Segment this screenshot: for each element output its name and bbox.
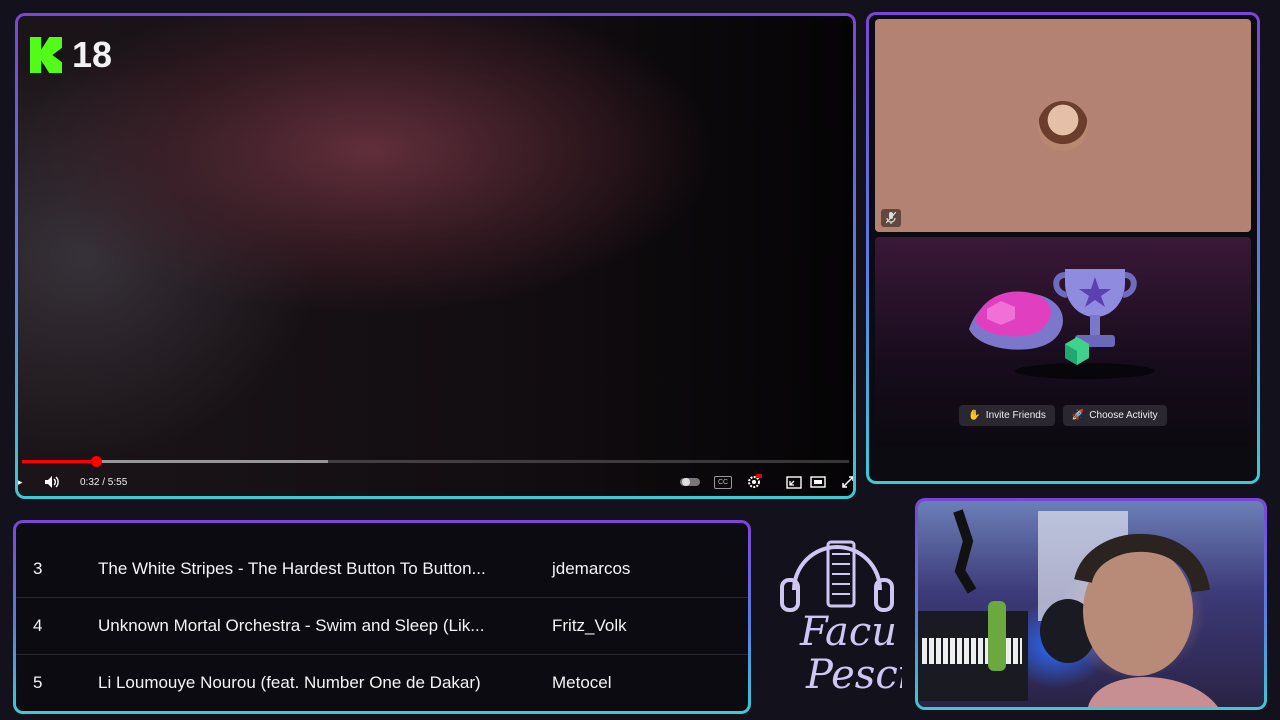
requester-name: jdemarcos [552, 559, 631, 578]
requester-name: Metocel [552, 673, 612, 692]
activity-trophy-illustration [969, 269, 1155, 379]
headphones-logo: Facu Pesci [780, 540, 902, 698]
queue-position: 5 [33, 673, 43, 692]
song-title: The White Stripes - The Hardest Button T… [98, 559, 486, 578]
table-row[interactable]: 5 Li Loumouye Nourou (feat. Number One d… [16, 655, 748, 711]
requester-name: Fritz_Volk [552, 616, 627, 635]
fullscreen-icon[interactable] [841, 475, 853, 489]
song-title: Li Loumouye Nourou (feat. Number One de … [98, 673, 481, 692]
choose-activity-button[interactable]: 🚀 Choose Activity [1062, 405, 1167, 426]
webcam-video [918, 501, 1264, 707]
choose-activity-label: Choose Activity [1089, 410, 1158, 421]
avatar [1038, 101, 1088, 151]
queue-position: 3 [33, 559, 43, 578]
kick-logo-icon [30, 37, 62, 73]
captions-icon[interactable]: CC [714, 475, 732, 489]
webcam-scene [918, 509, 1218, 707]
volume-icon[interactable] [44, 475, 60, 489]
rating-badge: 18 [30, 34, 112, 76]
play-icon[interactable]: ▸ [18, 477, 23, 488]
invite-friends-label: Invite Friends [985, 410, 1046, 421]
invite-friends-button[interactable]: ✋ Invite Friends [959, 405, 1055, 426]
queue-position: 4 [33, 616, 43, 635]
logo-text-last: Pesci [805, 652, 902, 698]
voice-call-panel: ✋ Invite Friends 🚀 Choose Activity [866, 12, 1260, 484]
logo-text-first: Facu [799, 609, 897, 655]
progress-bar[interactable] [22, 456, 849, 467]
webcam-feed [915, 498, 1267, 710]
theater-icon[interactable] [810, 476, 826, 488]
table-row[interactable]: 3 The White Stripes - The Hardest Button… [16, 541, 748, 598]
video-player[interactable]: 18 ▸ 0:32 / 5:55 CC [15, 13, 856, 499]
mic-muted-icon [881, 209, 901, 227]
invite-icon: ✋ [968, 410, 981, 421]
song-queue: 3 The White Stripes - The Hardest Button… [13, 520, 751, 714]
autoplay-toggle-icon[interactable] [680, 477, 700, 487]
video-frame[interactable] [18, 16, 853, 496]
age-rating: 18 [72, 34, 113, 75]
progress-played [22, 460, 97, 463]
participant-tile[interactable] [875, 19, 1251, 232]
time-display: 0:32 / 5:55 [80, 476, 128, 488]
activity-buttons: ✋ Invite Friends 🚀 Choose Activity [875, 405, 1251, 426]
rocket-icon: 🚀 [1071, 410, 1085, 421]
miniplayer-icon[interactable] [786, 475, 802, 489]
activity-tile: ✋ Invite Friends 🚀 Choose Activity [875, 237, 1251, 447]
table-row[interactable]: 4 Unknown Mortal Orchestra - Swim and Sl… [16, 598, 748, 655]
song-title: Unknown Mortal Orchestra - Swim and Slee… [98, 616, 485, 635]
player-controls: ▸ 0:32 / 5:55 CC [18, 468, 853, 496]
settings-icon[interactable] [746, 474, 762, 490]
